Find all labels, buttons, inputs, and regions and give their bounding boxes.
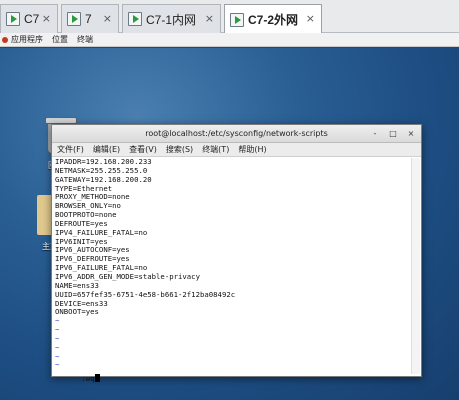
config-line: BOOTPROTO=none bbox=[55, 210, 117, 220]
config-line: IPV4_FAILURE_FATAL=no bbox=[55, 227, 148, 237]
menu-help[interactable]: 帮助(H) bbox=[238, 144, 266, 155]
empty-buffer-line: ~ bbox=[55, 351, 60, 361]
menu-view[interactable]: 查看(V) bbox=[129, 144, 157, 155]
tab-c7-2-external[interactable]: C7-2外网 × bbox=[224, 4, 322, 34]
tab-label: C7-2外网 bbox=[248, 13, 299, 27]
terminal-window: root@localhost:/etc/sysconfig/network-sc… bbox=[51, 124, 422, 383]
terminal-title-bar[interactable]: root@localhost:/etc/sysconfig/network-sc… bbox=[52, 125, 421, 143]
close-icon[interactable]: × bbox=[103, 12, 112, 26]
vim-command-line[interactable]: :wq bbox=[55, 365, 100, 383]
close-icon[interactable]: × bbox=[42, 12, 51, 26]
menu-file[interactable]: 文件(F) bbox=[57, 144, 84, 155]
tab-7[interactable]: 7 × bbox=[61, 4, 119, 33]
menu-search[interactable]: 搜索(S) bbox=[166, 144, 193, 155]
config-line: DEVICE=ens33 bbox=[55, 298, 108, 308]
terminal-scrollbar[interactable] bbox=[411, 158, 420, 374]
empty-buffer-line: ~ bbox=[55, 333, 60, 343]
close-icon[interactable]: × bbox=[205, 12, 214, 26]
vm-play-icon bbox=[128, 12, 142, 26]
terminal-menu[interactable]: 终端 bbox=[77, 34, 93, 45]
tab-label: 7 bbox=[85, 12, 92, 26]
empty-buffer-line: ~ bbox=[55, 360, 60, 370]
menu-edit[interactable]: 编辑(E) bbox=[93, 144, 120, 155]
config-line: IPV6_ADDR_GEN_MODE=stable-privacy bbox=[55, 271, 200, 281]
applications-menu[interactable]: 应用程序 bbox=[2, 34, 43, 45]
gnome-top-bar: 应用程序 位置 终端 bbox=[0, 33, 459, 47]
close-icon[interactable]: × bbox=[306, 12, 315, 26]
vm-tab-bar: C7 × 7 × C7-1内网 × C7-2外网 × bbox=[0, 0, 459, 34]
config-line: ONBOOT=yes bbox=[55, 307, 99, 317]
applications-label: 应用程序 bbox=[11, 35, 43, 44]
menu-terminal[interactable]: 终端(T) bbox=[202, 144, 229, 155]
empty-buffer-line: ~ bbox=[55, 316, 60, 326]
tab-label: C7 bbox=[24, 12, 40, 26]
maximize-button[interactable]: □ bbox=[388, 128, 398, 139]
empty-buffer-line: ~ bbox=[55, 325, 60, 335]
vm-play-icon bbox=[67, 12, 81, 26]
config-line: UUID=657fef35-6751-4e58-b661-2f12ba08492… bbox=[55, 289, 236, 299]
empty-buffer-line: ~ bbox=[55, 342, 60, 352]
vim-command: :wq bbox=[81, 373, 95, 383]
terminal-menu-bar: 文件(F) 编辑(E) 查看(V) 搜索(S) 终端(T) 帮助(H) bbox=[52, 143, 421, 157]
tab-label: C7-1内网 bbox=[146, 12, 197, 27]
window-title: root@localhost:/etc/sysconfig/network-sc… bbox=[145, 129, 328, 138]
tab-c7[interactable]: C7 × bbox=[0, 4, 58, 33]
vm-play-icon bbox=[6, 12, 20, 26]
places-menu[interactable]: 位置 bbox=[52, 34, 68, 45]
close-button[interactable]: × bbox=[406, 128, 416, 139]
minimize-button[interactable]: - bbox=[370, 128, 380, 139]
tab-c7-1-internal[interactable]: C7-1内网 × bbox=[122, 4, 221, 33]
text-cursor bbox=[94, 373, 100, 382]
vm-play-icon bbox=[230, 12, 244, 27]
applications-icon bbox=[2, 36, 8, 43]
terminal-content[interactable]: IPADDR=192.168.200.233 NETMASK=255.255.2… bbox=[55, 157, 409, 383]
